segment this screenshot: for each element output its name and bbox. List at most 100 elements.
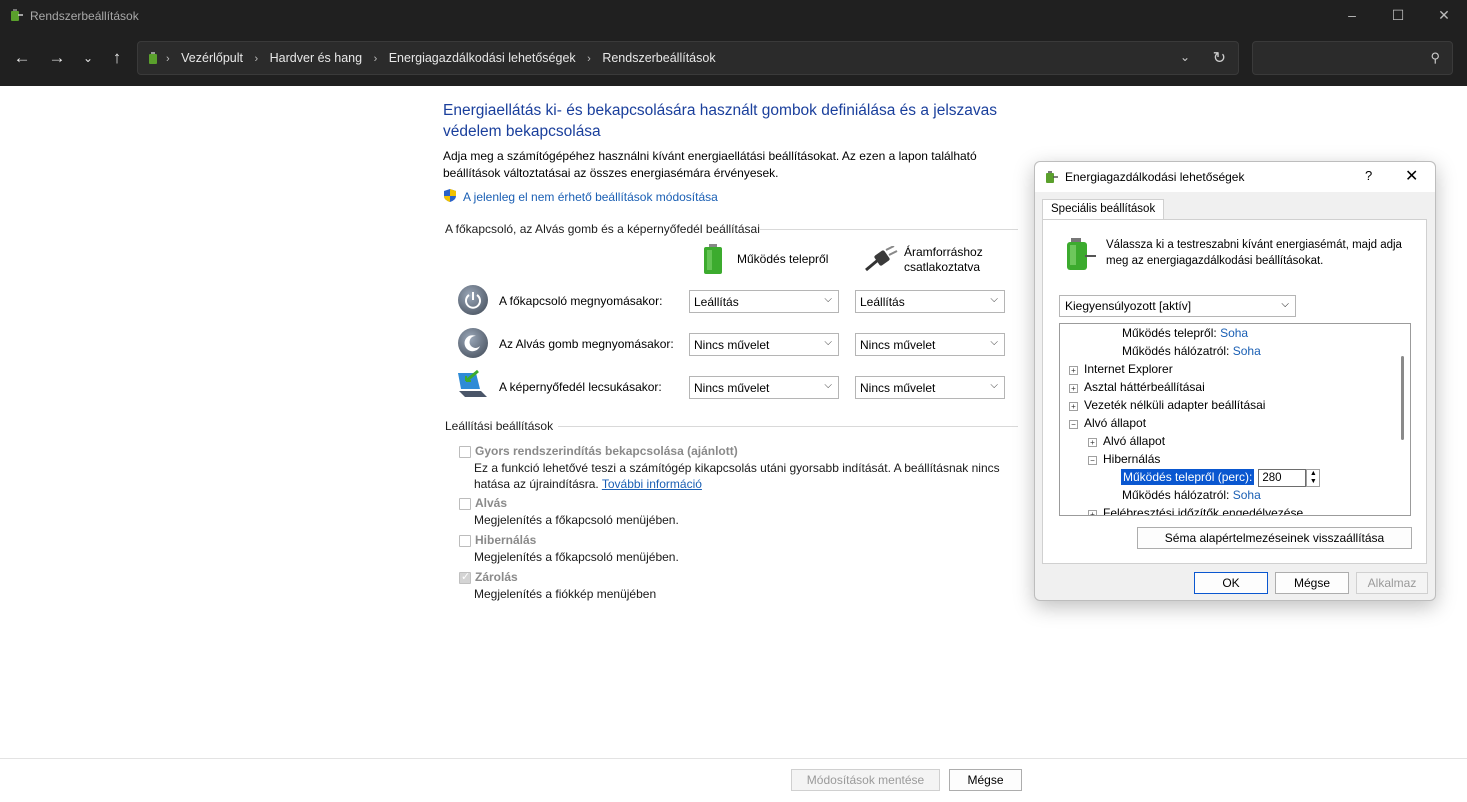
tree-item-label-selected: Működés telepről (perc): <box>1121 469 1255 486</box>
fast-startup-checkbox[interactable] <box>459 446 471 458</box>
tree-item[interactable]: Működés hálózatról: Soha <box>1122 488 1261 502</box>
maximize-icon[interactable]: ☐ <box>1375 0 1421 31</box>
lid-close-battery-select[interactable]: Nincs művelet ⌵ <box>689 376 839 399</box>
power-plug-icon <box>864 245 898 277</box>
lock-checkbox[interactable] <box>459 570 471 584</box>
change-unavailable-settings-link[interactable]: A jelenleg el nem érhető beállítások mód… <box>443 188 1023 206</box>
tree-item-label: Vezeték nélküli adapter beállításai <box>1084 398 1266 412</box>
change-settings-link-text[interactable]: A jelenleg el nem érhető beállítások mód… <box>463 190 718 204</box>
tree-item-label: Internet Explorer <box>1084 362 1173 376</box>
help-icon[interactable]: ? <box>1365 168 1372 183</box>
back-arrow-icon[interactable]: ← <box>11 48 33 70</box>
tree-item-hibernate-on-battery[interactable]: Működés telepről (perc): ▲▼ <box>1121 469 1321 487</box>
close-icon[interactable]: ✕ <box>1421 0 1467 31</box>
sleep-checkbox[interactable] <box>459 498 471 510</box>
expand-plus-icon[interactable]: + <box>1088 510 1097 515</box>
breadcrumb-item-hardware[interactable]: Hardver és hang <box>270 51 362 65</box>
expand-plus-icon[interactable]: + <box>1088 438 1097 447</box>
tree-item-wireless-adapter[interactable]: + Vezeték nélküli adapter beállításai <box>1069 398 1265 412</box>
save-changes-button[interactable]: Módosítások mentése <box>791 769 940 791</box>
breadcrumb-item-system-settings[interactable]: Rendszerbeállítások <box>602 51 715 65</box>
tree-item-sleep[interactable]: − Alvó állapot <box>1069 416 1146 430</box>
collapse-minus-icon[interactable]: − <box>1069 420 1078 429</box>
forward-arrow-icon[interactable]: → <box>46 48 68 70</box>
tree-item-label: Alvó állapot <box>1103 434 1166 448</box>
fast-startup-desc-line1: Ez a funkció lehetővé teszi a számítógép… <box>474 461 1000 475</box>
hibernate-option-description: Megjelenítés a főkapcsoló menüjében. <box>474 550 679 564</box>
refresh-icon[interactable]: ↻ <box>1213 48 1226 68</box>
battery-icon <box>703 244 723 277</box>
control-panel-icon <box>146 50 162 69</box>
column-header-battery: Működés telepről <box>737 252 829 266</box>
tree-item[interactable]: Működés hálózatról: Soha <box>1122 344 1261 358</box>
address-bar[interactable]: › Vezérlőpult › Hardver és hang › Energi… <box>137 41 1239 75</box>
expand-plus-icon[interactable]: + <box>1069 402 1078 411</box>
tree-item-hibernate[interactable]: − Hibernálás <box>1088 452 1160 466</box>
power-plan-value: Kiegyensúlyozott [aktív] <box>1065 299 1192 313</box>
chevron-down-icon: ⌵ <box>824 294 832 305</box>
chevron-down-icon: ⌵ <box>990 380 998 391</box>
power-button-battery-value: Leállítás <box>694 295 739 309</box>
tree-item-label: Működés hálózatról: <box>1122 344 1233 358</box>
hibernate-checkbox[interactable] <box>459 535 471 547</box>
power-options-dialog: Energiagazdálkodási lehetőségek ? ✕ Spec… <box>1034 161 1436 601</box>
power-options-icon <box>1043 169 1059 188</box>
buttons-group-title: A főkapcsoló, az Alvás gomb és a képerny… <box>445 222 760 236</box>
recent-locations-chevron-icon[interactable]: ⌄ <box>77 48 99 70</box>
dialog-title: Energiagazdálkodási lehetőségek <box>1065 170 1245 184</box>
collapse-minus-icon[interactable]: − <box>1088 456 1097 465</box>
lid-close-plugged-select[interactable]: Nincs művelet ⌵ <box>855 376 1005 399</box>
tree-item-value[interactable]: Soha <box>1233 488 1261 502</box>
breadcrumb-item-control-panel[interactable]: Vezérlőpult <box>181 51 243 65</box>
hibernate-minutes-input[interactable] <box>1258 469 1307 487</box>
address-dropdown-chevron-icon[interactable]: ⌄ <box>1180 50 1190 64</box>
tab-advanced-settings[interactable]: Speciális beállítások <box>1042 199 1165 220</box>
window-title: Rendszerbeállítások <box>30 9 139 23</box>
search-input[interactable] <box>1261 48 1421 68</box>
dialog-title-bar: Energiagazdálkodási lehetőségek ? ✕ <box>1035 162 1435 192</box>
minimize-icon[interactable]: – <box>1329 0 1375 31</box>
tree-item-label: Alvó állapot <box>1084 416 1147 430</box>
power-button-plugged-select[interactable]: Leállítás ⌵ <box>855 290 1005 313</box>
search-box[interactable]: ⚲ <box>1252 41 1453 75</box>
power-plan-select[interactable]: Kiegyensúlyozott [aktív] ⌵ <box>1059 295 1296 317</box>
more-info-link[interactable]: További információ <box>602 477 702 491</box>
tree-item-value[interactable]: Soha <box>1233 344 1261 358</box>
tree-item[interactable]: Működés telepről: Soha <box>1122 326 1248 340</box>
battery-plan-icon <box>1063 236 1097 275</box>
spin-down-icon[interactable]: ▼ <box>1307 478 1319 486</box>
sleep-button-battery-value: Nincs művelet <box>694 338 770 352</box>
restore-defaults-button[interactable]: Séma alapértelmezéseinek visszaállítása <box>1137 527 1412 549</box>
title-bar: Rendszerbeállítások – ☐ ✕ <box>0 0 1467 31</box>
group-divider <box>760 229 1018 230</box>
column-header-plugged-line1: Áramforráshoz <box>904 245 983 259</box>
dialog-cancel-button[interactable]: Mégse <box>1275 572 1349 594</box>
settings-tree[interactable]: Működés telepről: Soha Működés hálózatró… <box>1059 323 1411 516</box>
tree-item-wake-timers[interactable]: + Felébresztési időzítők engedélyezése <box>1088 506 1303 515</box>
breadcrumb-item-power-options[interactable]: Energiagazdálkodási lehetőségek <box>389 51 576 65</box>
laptop-lid-icon <box>456 369 490 402</box>
expand-plus-icon[interactable]: + <box>1069 384 1078 393</box>
apply-button[interactable]: Alkalmaz <box>1356 572 1428 594</box>
expand-plus-icon[interactable]: + <box>1069 366 1078 375</box>
spin-up-icon[interactable]: ▲ <box>1307 470 1319 478</box>
ok-button[interactable]: OK <box>1194 572 1268 594</box>
sleep-button-battery-select[interactable]: Nincs művelet ⌵ <box>689 333 839 356</box>
main-content: Energiaellátás ki- és bekapcsolására has… <box>443 100 1023 206</box>
cancel-button[interactable]: Mégse <box>949 769 1022 791</box>
power-button-battery-select[interactable]: Leállítás ⌵ <box>689 290 839 313</box>
search-icon[interactable]: ⚲ <box>1430 50 1440 66</box>
tree-scrollbar[interactable] <box>1401 356 1404 440</box>
tree-item-sleep-after[interactable]: + Alvó állapot <box>1088 434 1165 448</box>
up-arrow-icon[interactable]: ↑ <box>106 48 128 70</box>
tree-item-label: Hibernálás <box>1103 452 1161 466</box>
spin-button[interactable]: ▲ ▼ <box>1306 469 1321 487</box>
tree-item-internet-explorer[interactable]: + Internet Explorer <box>1069 362 1173 376</box>
column-header-plugged-in: Áramforráshoz csatlakoztatva <box>904 245 983 275</box>
dialog-close-icon[interactable]: ✕ <box>1405 166 1418 186</box>
breadcrumb-separator-icon: › <box>254 53 259 65</box>
tree-item-value[interactable]: Soha <box>1220 326 1248 340</box>
tree-item-desktop-background[interactable]: + Asztal háttérbeállításai <box>1069 380 1205 394</box>
column-header-plugged-line2: csatlakoztatva <box>904 260 981 274</box>
sleep-button-plugged-select[interactable]: Nincs művelet ⌵ <box>855 333 1005 356</box>
